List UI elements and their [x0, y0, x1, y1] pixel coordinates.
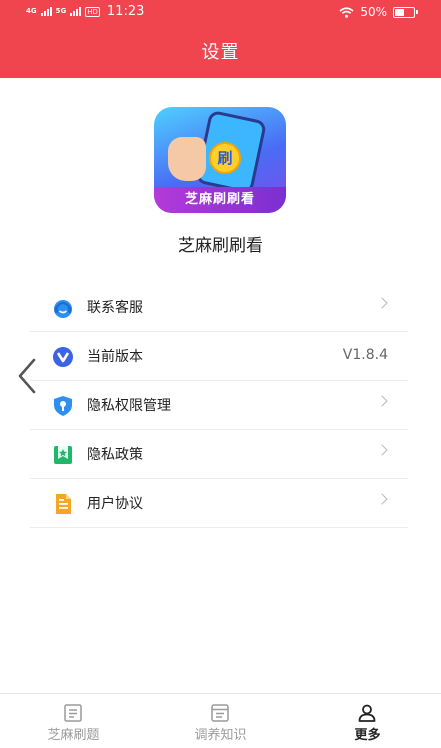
menu-item-label: 联系客服 [87, 300, 143, 316]
chevron-right-icon [376, 395, 388, 407]
status-bar: 4G 5G HD 11:23 50% [0, 0, 441, 24]
hd-badge: HD [85, 6, 100, 17]
coin-graphic: 刷 [209, 142, 241, 174]
doc-list-icon [63, 703, 83, 723]
notebook-icon [210, 703, 230, 723]
bookmark-star-icon [52, 444, 74, 466]
person-icon [357, 703, 377, 723]
signal-label-1: 4G [26, 7, 37, 15]
tab-more[interactable]: 更多 [294, 694, 441, 748]
tab-label: 芝麻刷题 [47, 728, 100, 743]
battery-percent: 50% [360, 5, 387, 19]
app-name: 芝麻刷刷看 [178, 236, 263, 256]
chevron-right-icon [376, 444, 388, 456]
signal-bars-icon [40, 7, 52, 16]
signal-bars-icon [70, 7, 82, 16]
tab-label: 调养知识 [194, 728, 247, 743]
menu-item-privacy-policy[interactable]: 隐私政策 [30, 430, 408, 479]
status-right: 50% [339, 5, 418, 19]
wifi-icon [339, 6, 354, 18]
logo-ribbon: 芝麻刷刷看 [154, 187, 286, 213]
status-left: 4G 5G HD 11:23 [26, 4, 144, 19]
menu-item-contact-support[interactable]: 联系客服 [30, 283, 408, 332]
tab-question-bank[interactable]: 芝麻刷题 [0, 694, 147, 748]
bottom-tab-bar: 芝麻刷题 调养知识 更多 [0, 693, 441, 748]
version-value: V1.8.4 [342, 347, 388, 363]
header-bar: 4G 5G HD 11:23 50% 设置 [0, 0, 441, 78]
app-logo: 刷 芝麻刷刷看 [154, 107, 286, 213]
status-time: 11:23 [106, 4, 145, 19]
version-icon [52, 346, 74, 368]
battery-icon [393, 6, 418, 18]
shield-key-icon [52, 395, 74, 417]
chevron-right-icon [376, 297, 388, 309]
headset-icon [52, 297, 74, 319]
menu-item-user-agreement[interactable]: 用户协议 [30, 479, 408, 528]
hand-graphic [168, 137, 206, 181]
settings-menu: 联系客服 当前版本 V1.8.4 隐私权限管理 隐私政策 用户协议 [30, 283, 408, 528]
document-icon [52, 493, 74, 515]
menu-item-label: 隐私权限管理 [87, 398, 171, 414]
menu-item-label: 当前版本 [87, 349, 143, 365]
tab-health-knowledge[interactable]: 调养知识 [147, 694, 294, 748]
tab-label: 更多 [354, 728, 381, 743]
menu-item-current-version[interactable]: 当前版本 V1.8.4 [30, 332, 408, 381]
chevron-right-icon [376, 493, 388, 505]
signal-label-2: 5G [55, 7, 67, 15]
menu-item-privacy-permissions[interactable]: 隐私权限管理 [30, 381, 408, 430]
menu-item-label: 用户协议 [87, 496, 143, 512]
page-title: 设置 [201, 42, 240, 63]
menu-item-label: 隐私政策 [87, 447, 143, 463]
